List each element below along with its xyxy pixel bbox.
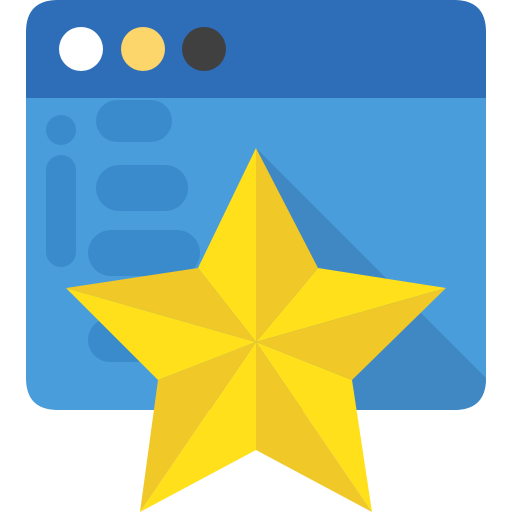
window-button-white[interactable] xyxy=(59,27,103,71)
content-line-3 xyxy=(88,230,200,276)
icon-canvas xyxy=(0,0,512,512)
window-button-yellow[interactable] xyxy=(121,27,165,71)
content-bar-vertical xyxy=(46,155,76,267)
content-dot xyxy=(46,115,76,145)
content-line-2 xyxy=(96,165,188,211)
window-button-dark[interactable] xyxy=(182,27,226,71)
content-line-1 xyxy=(96,100,172,142)
favorite-webpage-icon xyxy=(26,0,486,512)
